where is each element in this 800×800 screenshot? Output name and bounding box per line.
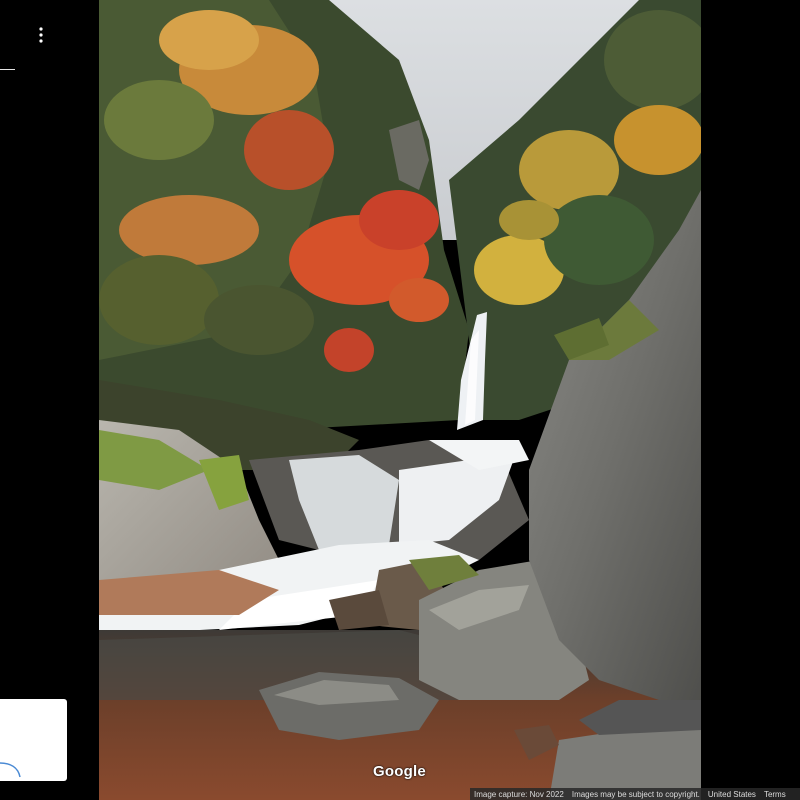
minimap[interactable] (0, 699, 67, 781)
more-options-button[interactable] (28, 22, 54, 48)
route-line-icon (0, 762, 21, 778)
capture-date: Image capture: Nov 2022 (474, 789, 564, 799)
attribution-footer: Image capture: Nov 2022 Images may be su… (470, 788, 800, 800)
copyright-notice[interactable]: Images may be subject to copyright. (568, 790, 704, 799)
waterfall-photo[interactable] (99, 0, 701, 800)
terms-link[interactable]: Terms (760, 790, 790, 799)
street-view-viewer[interactable]: Google Image capture: Nov 2022 Images ma… (0, 0, 800, 800)
more-vert-icon (39, 27, 43, 43)
panel-divider (0, 69, 15, 70)
region-link[interactable]: United States (704, 790, 760, 799)
google-logo: Google (373, 763, 426, 780)
